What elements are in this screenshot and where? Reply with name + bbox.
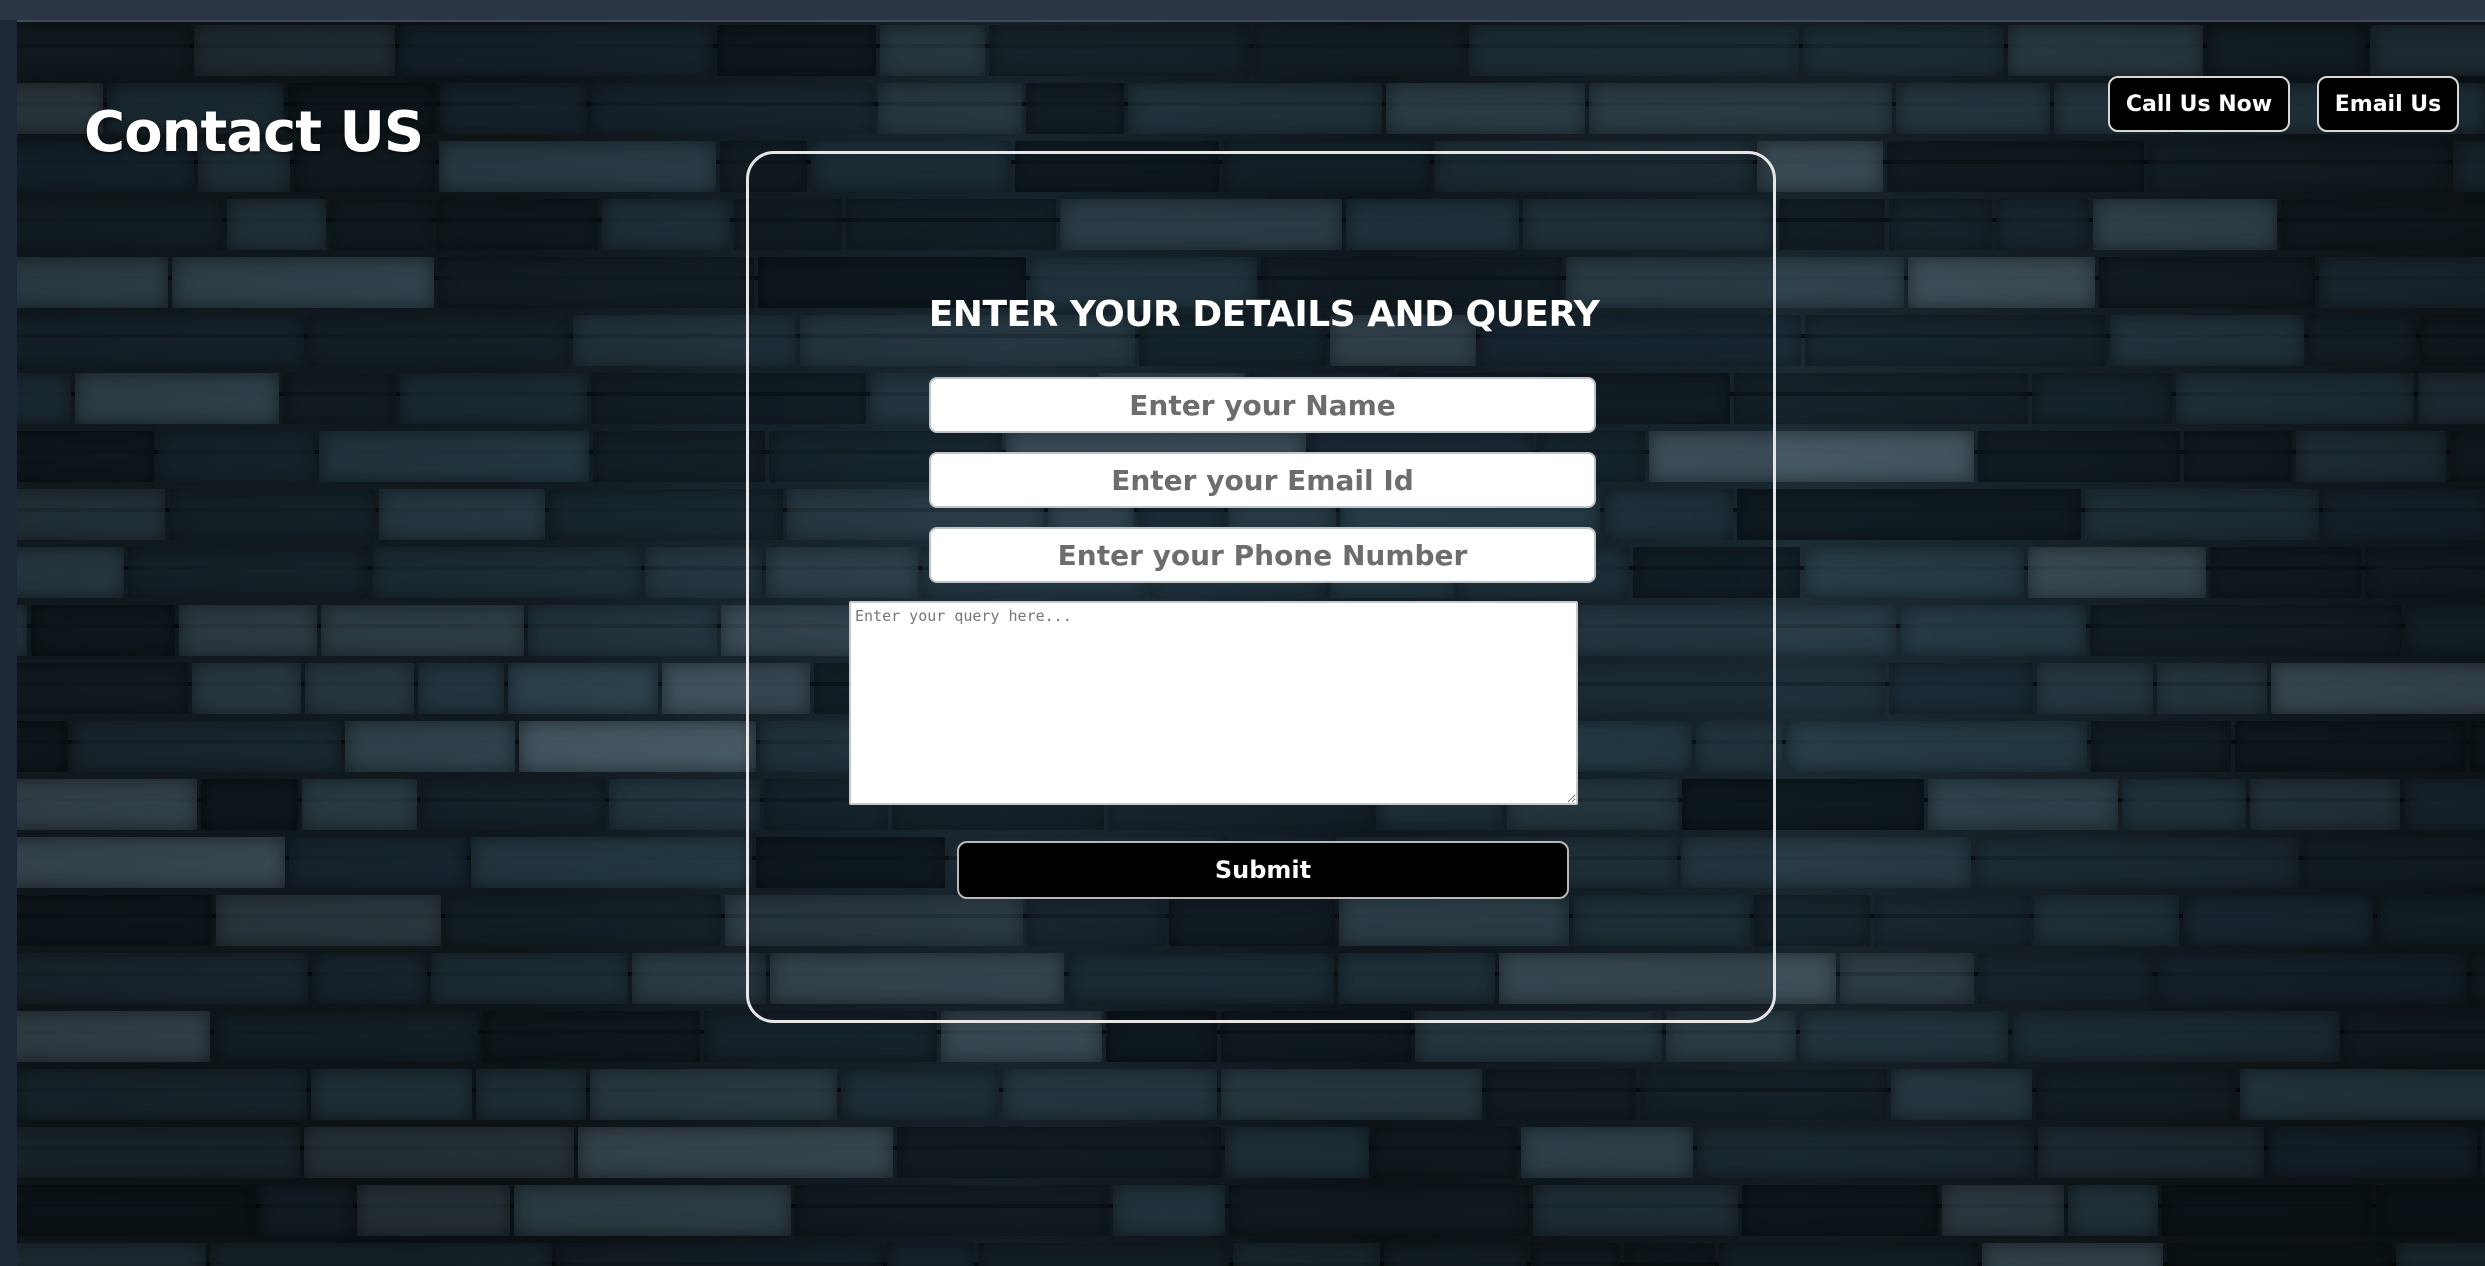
query-textarea[interactable]	[849, 601, 1578, 805]
form-heading: ENTER YOUR DETAILS AND QUERY	[928, 294, 1600, 335]
email-input[interactable]	[929, 452, 1596, 508]
call-us-now-button[interactable]: Call Us Now	[2108, 76, 2290, 132]
left-edge	[0, 20, 17, 1266]
email-us-button[interactable]: Email Us	[2317, 76, 2459, 132]
top-bar	[0, 0, 2485, 22]
page-title: Contact US	[84, 100, 424, 165]
name-input[interactable]	[929, 377, 1596, 433]
submit-button[interactable]: Submit	[957, 841, 1569, 899]
phone-input[interactable]	[929, 527, 1596, 583]
contact-form-card: ENTER YOUR DETAILS AND QUERY Submit	[746, 151, 1776, 1023]
page: Contact US Call Us Now Email Us ENTER YO…	[0, 0, 2485, 1266]
